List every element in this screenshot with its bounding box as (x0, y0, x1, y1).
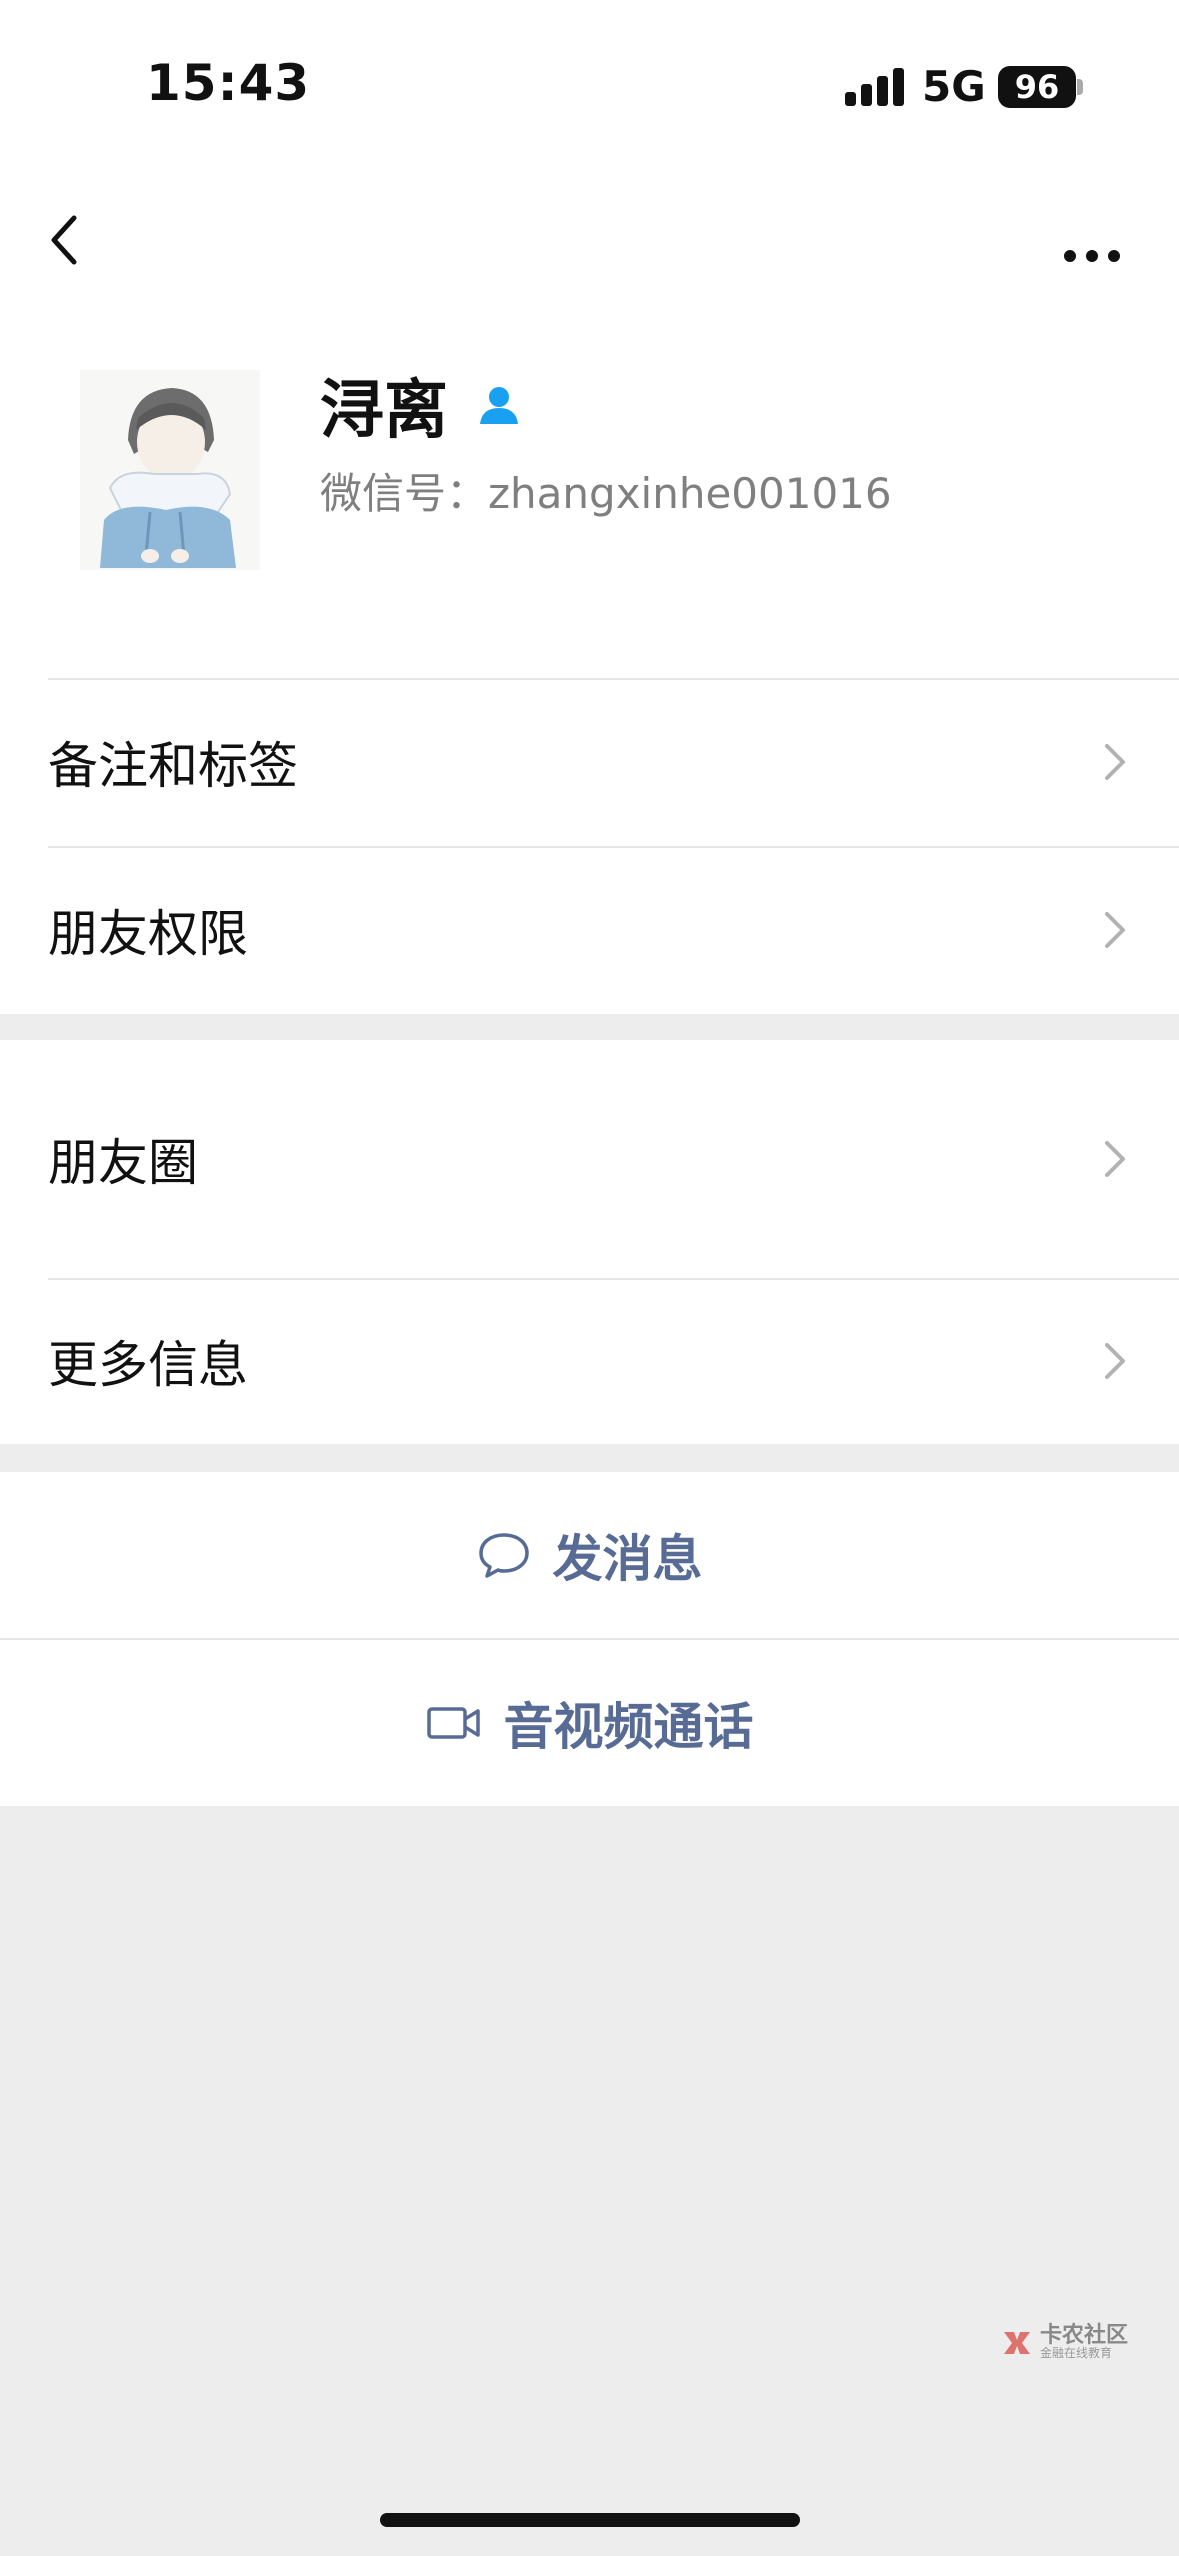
chevron-right-icon (1105, 1141, 1125, 1177)
chevron-right-icon (1105, 912, 1125, 948)
network-label: 5G (922, 62, 986, 111)
watermark-title: 卡农社区 (1040, 2323, 1129, 2348)
status-time: 15:43 (146, 54, 311, 112)
home-indicator (380, 2513, 800, 2527)
settings-group-2: 朋友圈 更多信息 (0, 1040, 1179, 1444)
chat-bubble-icon (478, 1533, 529, 1578)
battery-icon: 96 (998, 66, 1076, 108)
chevron-left-icon (51, 215, 77, 265)
cell-moments[interactable]: 朋友圈 (0, 1040, 1179, 1278)
status-bar: 15:43 5G 96 (0, 0, 1179, 170)
nav-bar (0, 170, 1179, 310)
profile-header: 浔离 微信号：zhangxinhe001016 (0, 310, 1179, 680)
avatar-illustration (80, 370, 260, 570)
more-horizontal-icon (1064, 250, 1120, 262)
more-button[interactable] (1052, 200, 1132, 280)
send-message-button[interactable]: 发消息 (0, 1472, 1179, 1638)
wechat-id-label: 微信号： (320, 469, 489, 518)
cell-friend-permissions[interactable]: 朋友权限 (0, 846, 1179, 1014)
person-icon (480, 387, 518, 424)
video-call-label: 音视频通话 (503, 1698, 754, 1756)
chevron-right-icon (1105, 744, 1125, 780)
cell-more-info[interactable]: 更多信息 (0, 1278, 1179, 1444)
chevron-right-icon (1105, 1343, 1125, 1379)
wechat-id-row: 微信号：zhangxinhe001016 (320, 460, 892, 521)
name-row: 浔离 (320, 360, 522, 450)
cell-label: 朋友权限 (48, 905, 248, 963)
video-call-button[interactable]: 音视频通话 (0, 1640, 1179, 1806)
settings-group-1: 备注和标签 朋友权限 (0, 678, 1179, 1014)
cell-label: 备注和标签 (48, 737, 298, 795)
cell-label: 更多信息 (48, 1336, 248, 1394)
avatar[interactable] (80, 370, 260, 570)
send-message-label: 发消息 (552, 1530, 703, 1588)
signal-icon (845, 66, 905, 106)
cell-label: 朋友圈 (48, 1134, 198, 1192)
cell-remarks-tags[interactable]: 备注和标签 (0, 678, 1179, 846)
battery-tip (1077, 79, 1083, 95)
watermark-subtitle: 金融在线教育 (1040, 2346, 1113, 2360)
logo-icon (1004, 2332, 1030, 2354)
watermark: 卡农社区 金融在线教育 (1000, 2323, 1129, 2360)
contact-profile-screen: 15:43 5G 96 浔离 微信号：zhangxinhe001016 备注和标… (0, 0, 1179, 2556)
back-button[interactable] (40, 200, 120, 280)
contact-name: 浔离 (320, 374, 448, 448)
video-camera-icon (426, 1707, 480, 1739)
wechat-id-value: zhangxinhe001016 (488, 469, 892, 518)
